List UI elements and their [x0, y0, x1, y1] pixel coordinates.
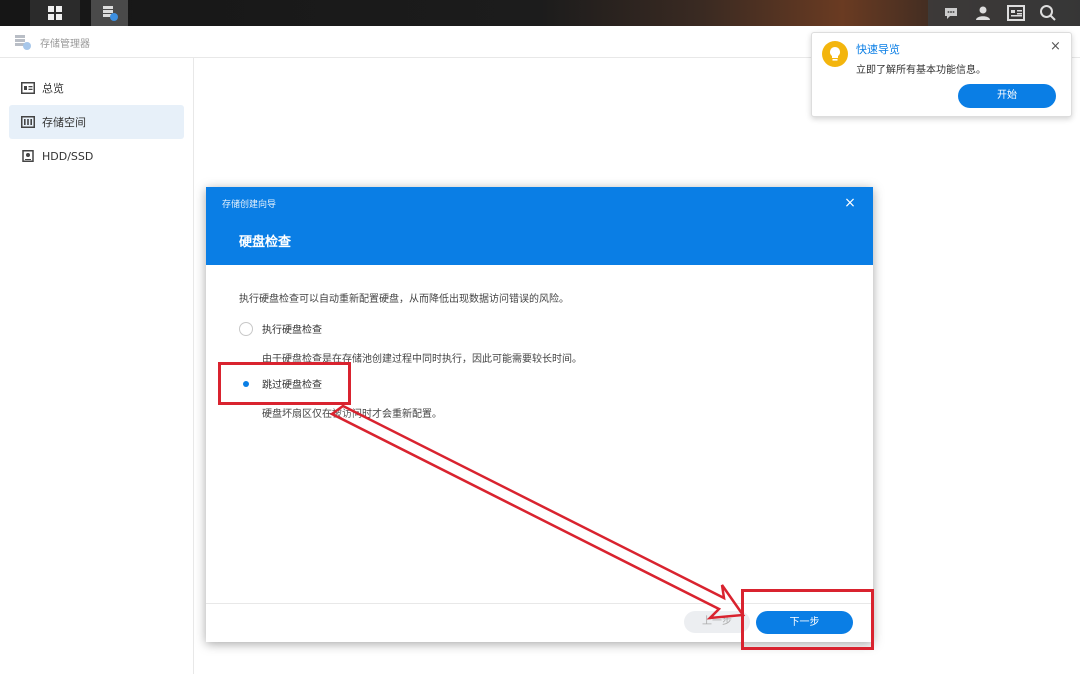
- option-hint: 硬盘坏扇区仅在被访问时才会重新配置。: [262, 409, 442, 420]
- storage-wizard-dialog: 存储创建向导 硬盘检查 × 执行硬盘检查可以自动重新配置硬盘，从而降低出现数据访…: [206, 187, 873, 642]
- sidebar-item-overview[interactable]: 总览: [9, 71, 184, 105]
- app-name: 存储管理器: [40, 39, 90, 50]
- chat-button[interactable]: [936, 0, 966, 26]
- main-menu-icon: [48, 6, 62, 20]
- widget-icon: [1007, 5, 1025, 21]
- widget-button[interactable]: [1001, 0, 1031, 26]
- quick-tour-toast: 快速导览 立即了解所有基本功能信息。 × 开始: [811, 32, 1072, 117]
- dialog-header: 存储创建向导 硬盘检查 ×: [206, 187, 873, 265]
- search-button[interactable]: [1033, 0, 1063, 26]
- close-icon[interactable]: ×: [842, 195, 858, 211]
- taskbar-storage-manager-button[interactable]: [91, 0, 128, 26]
- storage-space-icon: [21, 116, 35, 128]
- user-icon: [976, 6, 990, 20]
- storage-manager-icon: [15, 35, 31, 50]
- search-icon: [1040, 5, 1056, 21]
- chat-icon: [945, 8, 957, 19]
- sidebar-item-label: 总览: [42, 82, 64, 95]
- toast-title: 快速导览: [856, 43, 900, 56]
- taskbar: [0, 0, 1080, 26]
- overview-icon: [21, 82, 35, 94]
- close-icon[interactable]: ×: [1050, 39, 1061, 54]
- disk-icon: [22, 150, 34, 162]
- sidebar-item-label: HDD/SSD: [42, 149, 94, 163]
- step-title: 硬盘检查: [239, 235, 292, 250]
- lightbulb-icon: [822, 41, 848, 67]
- annotation-box-skip-option: [218, 362, 351, 405]
- main-menu-button[interactable]: [30, 0, 80, 26]
- toast-message: 立即了解所有基本功能信息。: [856, 65, 986, 76]
- step-description: 执行硬盘检查可以自动重新配置硬盘，从而降低出现数据访问错误的风险。: [239, 294, 569, 305]
- option-label: 执行硬盘检查: [262, 325, 322, 336]
- annotation-box-next-button: [741, 589, 874, 650]
- sidebar: 总览 存储空间 HDD/SSD: [0, 58, 194, 674]
- radio-run-disk-check[interactable]: [239, 321, 253, 336]
- storage-manager-icon: [102, 6, 118, 21]
- user-button[interactable]: [968, 0, 998, 26]
- sidebar-item-label: 存储空间: [42, 116, 86, 129]
- wizard-title: 存储创建向导: [222, 200, 277, 210]
- sidebar-item-storage[interactable]: 存储空间: [9, 105, 184, 139]
- start-tour-button[interactable]: 开始: [958, 84, 1056, 108]
- sidebar-item-hdd-ssd[interactable]: HDD/SSD: [9, 139, 184, 173]
- option-run-disk-check[interactable]: 执行硬盘检查: [239, 321, 322, 336]
